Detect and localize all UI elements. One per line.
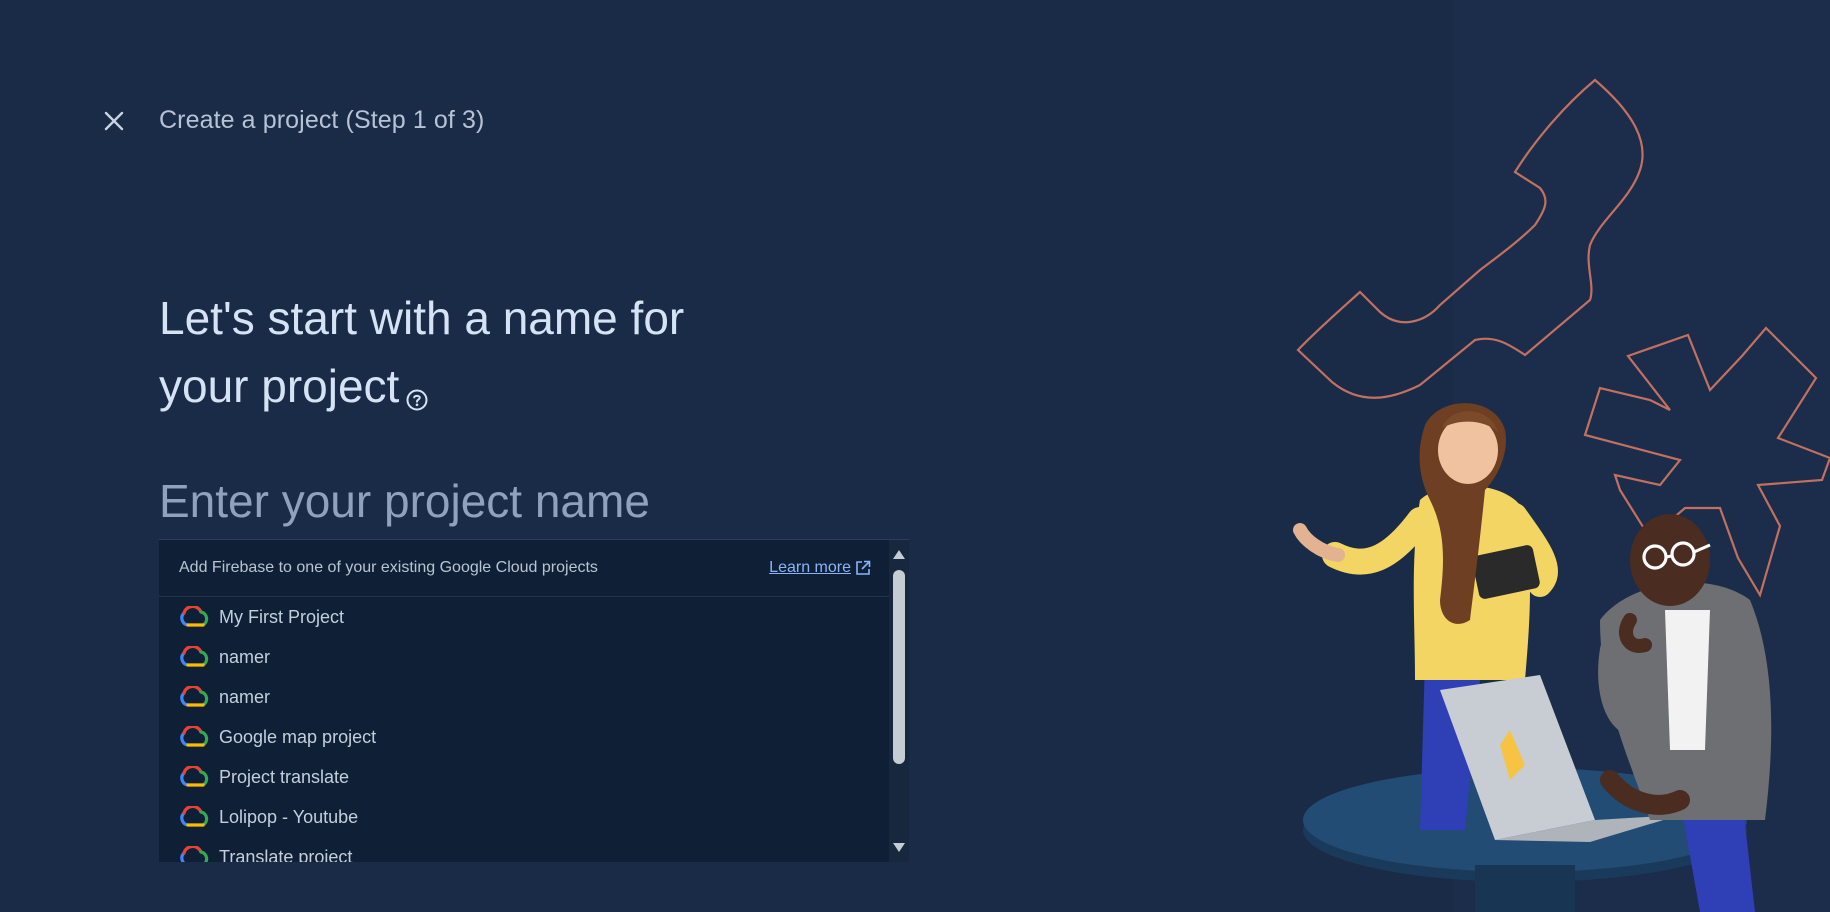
decorative-outline-shape [1296,78,1644,399]
list-item[interactable]: Google map project [159,717,889,757]
list-item[interactable]: namer [159,637,889,677]
headline-line-2: your project [159,360,400,412]
dropdown-header-text: Add Firebase to one of your existing Goo… [179,559,598,576]
step-title: Create a project (Step 1 of 3) [159,106,485,134]
headline-line-1: Let's start with a name for [159,292,685,344]
project-name: Project translate [219,766,350,787]
project-list: My First Project namer namer Google map … [159,597,889,862]
google-cloud-icon [180,766,209,787]
close-icon [104,111,124,131]
google-cloud-icon [180,606,209,627]
help-circle-icon[interactable] [405,362,429,430]
dropdown-scrollbar[interactable] [889,540,909,862]
dropdown-header: Add Firebase to one of your existing Goo… [159,540,889,597]
google-cloud-icon [180,646,209,667]
close-button[interactable] [98,105,130,137]
create-project-page: Create a project (Step 1 of 3) Let's sta… [0,0,1830,912]
google-cloud-icon [180,686,209,707]
list-item[interactable]: Lolipop - Youtube [159,797,889,837]
project-name: namer [219,686,271,707]
project-name: Translate project [219,846,353,863]
woman-face [1438,416,1498,484]
scroll-down-arrow[interactable] [893,843,905,852]
project-name: My First Project [219,606,345,627]
project-name: namer [219,646,271,667]
project-name-input[interactable] [159,470,909,532]
learn-more-link[interactable]: Learn more [769,559,871,577]
google-cloud-icon [180,806,209,827]
learn-more-label: Learn more [769,559,851,576]
man-arm [1598,635,1645,735]
open-in-new-icon [856,560,871,575]
list-item[interactable]: Translate project [159,837,889,862]
man-head [1630,514,1710,606]
google-cloud-icon [180,846,209,862]
table-leg [1475,865,1575,912]
project-name: Lolipop - Youtube [219,806,359,827]
project-name: Google map project [219,726,377,747]
scroll-thumb[interactable] [893,570,905,764]
people-illustration [1293,78,1830,912]
google-cloud-icon [180,726,209,747]
woman-arm-left [1322,507,1433,575]
list-item[interactable]: namer [159,677,889,717]
list-item[interactable]: Project translate [159,757,889,797]
existing-projects-dropdown: Add Firebase to one of your existing Goo… [159,539,909,862]
scroll-up-arrow[interactable] [893,550,905,559]
list-item[interactable]: My First Project [159,597,889,637]
page-headline: Let's start with a name for your project [159,284,779,430]
